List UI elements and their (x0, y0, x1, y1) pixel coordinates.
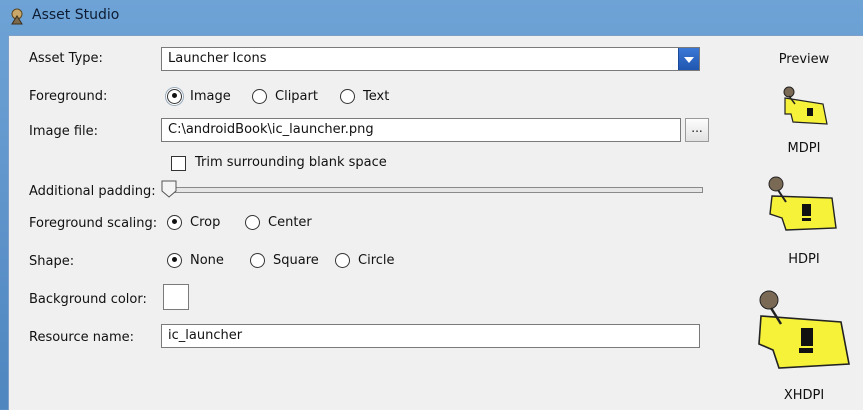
asset-studio-window: Asset Studio Asset Type: Launcher Icons … (0, 0, 863, 410)
browse-button[interactable]: ... (685, 118, 709, 142)
shape-circle-radio[interactable]: Circle (335, 250, 395, 270)
foreground-clipart-label: Clipart (275, 88, 318, 104)
radio-selected-icon (167, 252, 182, 268)
scaling-crop-label: Crop (190, 214, 221, 230)
trim-label: Trim surrounding blank space (195, 155, 387, 170)
foreground-text-radio[interactable]: Text (340, 86, 389, 106)
scaling-center-label: Center (268, 214, 312, 230)
trim-checkbox[interactable] (171, 156, 186, 171)
image-file-label: Image file: (29, 124, 99, 139)
mdpi-label: MDPI (787, 141, 821, 156)
radio-unselected-icon (340, 88, 355, 104)
image-file-input[interactable]: C:\androidBook\ic_launcher.png (161, 118, 681, 142)
foreground-scaling-label: Foreground scaling: (29, 216, 158, 231)
title-bar[interactable]: Asset Studio (0, 0, 863, 34)
background-color-label: Background color: (29, 292, 147, 307)
radio-selected-icon (167, 88, 182, 104)
chevron-down-icon[interactable] (678, 48, 699, 70)
foreground-image-radio[interactable]: Image (167, 86, 231, 106)
padding-slider-track[interactable] (164, 187, 703, 193)
background-color-swatch[interactable] (163, 284, 189, 310)
radio-unselected-icon (245, 214, 260, 230)
shape-label: Shape: (29, 254, 75, 269)
shape-square-label: Square (273, 252, 319, 268)
radio-selected-icon (167, 214, 182, 230)
hdpi-note-icon (768, 176, 837, 231)
asset-type-value: Launcher Icons (168, 51, 267, 66)
mdpi-note-icon (783, 86, 828, 125)
scaling-center-radio[interactable]: Center (245, 212, 312, 232)
client-area: Asset Type: Launcher Icons Foreground: I… (8, 35, 863, 410)
asset-type-dropdown[interactable]: Launcher Icons (161, 47, 700, 71)
android-app-icon (11, 8, 23, 25)
preview-title: Preview (778, 52, 830, 67)
shape-none-label: None (190, 252, 224, 268)
scaling-crop-radio[interactable]: Crop (167, 212, 220, 232)
foreground-clipart-radio[interactable]: Clipart (252, 86, 318, 106)
radio-unselected-icon (335, 252, 350, 268)
resource-name-label: Resource name: (29, 330, 134, 345)
xhdpi-note-icon (758, 290, 850, 369)
foreground-label: Foreground: (29, 89, 108, 104)
shape-square-radio[interactable]: Square (250, 250, 319, 270)
window-title: Asset Studio (32, 7, 120, 23)
asset-type-label: Asset Type: (29, 51, 103, 66)
shape-circle-label: Circle (358, 252, 395, 268)
foreground-text-label: Text (363, 88, 390, 104)
xhdpi-label: XHDPI (783, 388, 825, 403)
radio-unselected-icon (252, 88, 267, 104)
padding-slider-thumb[interactable] (161, 180, 177, 198)
resource-name-input[interactable]: ic_launcher (161, 324, 700, 348)
hdpi-label: HDPI (788, 252, 820, 267)
shape-none-radio[interactable]: None (167, 250, 224, 270)
padding-label: Additional padding: (29, 184, 156, 199)
radio-unselected-icon (250, 252, 265, 268)
foreground-image-label: Image (190, 88, 231, 104)
